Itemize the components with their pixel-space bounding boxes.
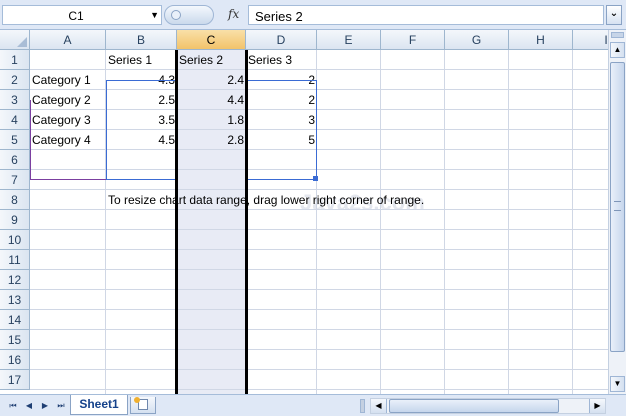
range-resize-handle[interactable] (313, 176, 318, 181)
name-box-value: C1 (68, 9, 84, 23)
insert-function-icon[interactable]: fx (228, 7, 239, 21)
row-header-12[interactable]: 12 (0, 270, 30, 290)
row-gridline (30, 289, 608, 290)
formula-input[interactable]: Series 2 (248, 5, 604, 25)
row-gridline (30, 249, 608, 250)
last-sheet-icon[interactable]: ⏭ (54, 399, 68, 413)
instruction-text[interactable]: To resize chart data range, drag lower r… (106, 190, 526, 210)
row-gridline (30, 389, 608, 390)
row-header-16[interactable]: 16 (0, 350, 30, 370)
row-header-14[interactable]: 14 (0, 310, 30, 330)
column-header-f[interactable]: F (381, 30, 445, 50)
vertical-scrollbar[interactable]: ▲ ▼ (608, 30, 626, 394)
horizontal-scroll-thumb[interactable] (389, 399, 559, 413)
vertical-split-box[interactable] (611, 32, 624, 38)
row-header-9[interactable]: 9 (0, 210, 30, 230)
row-header-7[interactable]: 7 (0, 170, 30, 190)
column-header-e[interactable]: E (317, 30, 381, 50)
category-range-highlight (30, 100, 107, 180)
horizontal-scrollbar[interactable]: ◀ ▶ (370, 398, 606, 414)
scroll-up-button[interactable]: ▲ (610, 42, 625, 58)
column-gridline (380, 50, 381, 394)
new-sheet-star-icon (134, 397, 140, 403)
column-header-h[interactable]: H (509, 30, 573, 50)
column-header-i[interactable]: I (573, 30, 608, 50)
column-header-b[interactable]: B (106, 30, 177, 50)
row-header-3[interactable]: 3 (0, 90, 30, 110)
column-gridline (444, 50, 445, 394)
scroll-left-button[interactable]: ◀ (371, 399, 387, 413)
formula-controls: fx (162, 4, 248, 26)
row-header-11[interactable]: 11 (0, 250, 30, 270)
series3-range-highlight (246, 80, 317, 180)
previous-sheet-icon[interactable]: ◀ (22, 399, 36, 413)
column-gridline (572, 50, 573, 394)
row-gridline (30, 309, 608, 310)
cell-b1[interactable]: Series 1 (106, 50, 177, 70)
vertical-scroll-thumb[interactable] (610, 62, 625, 352)
cell-a2[interactable]: Category 1 (30, 70, 106, 90)
select-all-button[interactable] (0, 30, 30, 50)
name-box[interactable]: C1 ▼ (2, 5, 162, 25)
row-gridline (30, 229, 608, 230)
column-header-g[interactable]: G (445, 30, 509, 50)
column-header-c[interactable]: C (177, 30, 246, 50)
scroll-right-button[interactable]: ▶ (589, 399, 605, 413)
cell-d1[interactable]: Series 3 (246, 50, 317, 70)
row-header-13[interactable]: 13 (0, 290, 30, 310)
sheet-tab-bar: ⏮ ◀ ▶ ⏭ Sheet1 ◀ ▶ (0, 394, 626, 416)
row-gridline (30, 349, 608, 350)
column-header-d[interactable]: D (246, 30, 317, 50)
row-gridline (30, 269, 608, 270)
formula-value: Series 2 (255, 9, 303, 24)
expand-formula-bar-button[interactable]: ⌄ (606, 5, 622, 25)
first-sheet-icon[interactable]: ⏮ (6, 399, 20, 413)
next-sheet-icon[interactable]: ▶ (38, 399, 52, 413)
column-header-a[interactable]: A (30, 30, 106, 50)
row-header-2[interactable]: 2 (0, 70, 30, 90)
copy-marquee-column-c (175, 50, 248, 394)
row-gridline (30, 369, 608, 370)
series1-range-highlight (106, 80, 177, 180)
row-header-5[interactable]: 5 (0, 130, 30, 150)
grip-icon (614, 201, 621, 211)
scroll-down-button[interactable]: ▼ (610, 376, 625, 392)
row-header-1[interactable]: 1 (0, 50, 30, 70)
row-header-6[interactable]: 6 (0, 150, 30, 170)
row-header-10[interactable]: 10 (0, 230, 30, 250)
row-gridline (30, 329, 608, 330)
row-header-15[interactable]: 15 (0, 330, 30, 350)
row-header-4[interactable]: 4 (0, 110, 30, 130)
dropdown-arrow-icon[interactable]: ▼ (150, 10, 159, 20)
worksheet-grid[interactable]: Java2s.com ABCDEFGHI 1 2 3 4 5 6 7 8 9 10 11 12 13 14… (0, 30, 608, 394)
select-all-triangle-icon (17, 37, 27, 47)
row-header-17[interactable]: 17 (0, 370, 30, 390)
row-header-8[interactable]: 8 (0, 190, 30, 210)
column-gridline (508, 50, 509, 394)
resize-dot-icon (171, 10, 181, 20)
sheet-tab-sheet1[interactable]: Sheet1 (70, 395, 128, 415)
formula-bar-area: C1 ▼ fx Series 2 ⌄ (0, 0, 626, 30)
formula-bar-resize-handle[interactable] (164, 5, 214, 25)
tab-split-handle[interactable] (360, 399, 365, 413)
insert-sheet-button[interactable] (130, 397, 156, 414)
